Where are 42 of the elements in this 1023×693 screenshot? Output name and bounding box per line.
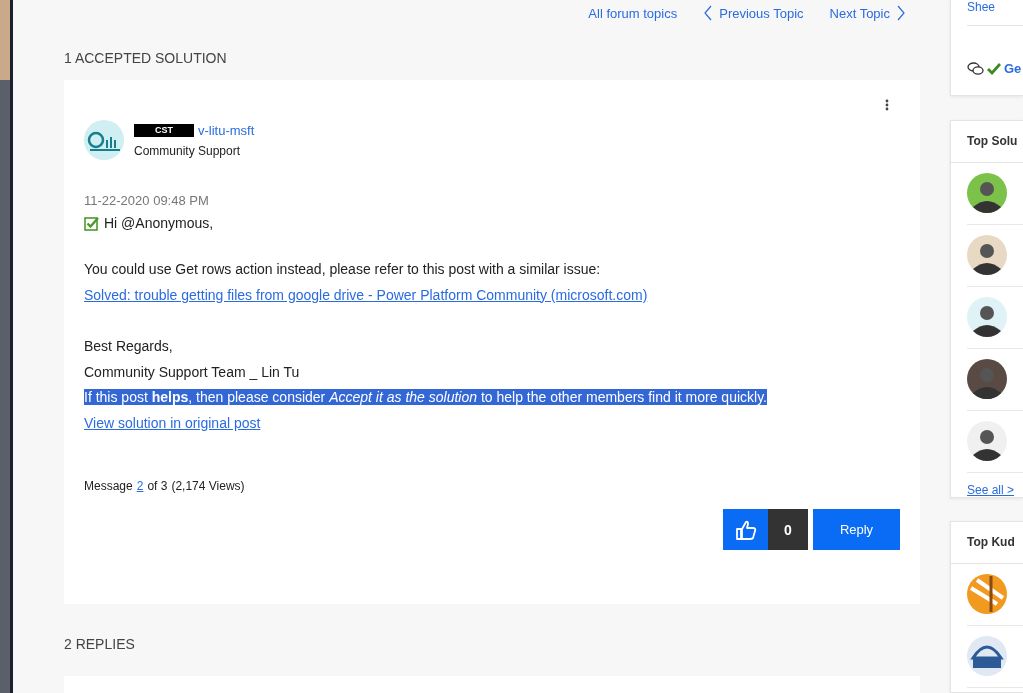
thumbs-up-icon: [734, 518, 757, 541]
avatar[interactable]: [967, 297, 1007, 338]
all-forum-topics-link[interactable]: All forum topics: [588, 5, 678, 21]
avatar[interactable]: [967, 636, 1007, 677]
avatar[interactable]: [967, 359, 1007, 400]
author-link[interactable]: v-litu-msft: [198, 122, 255, 138]
chevron-right-icon: [896, 5, 906, 21]
post-text: You could use Get rows action instead, please refer to this post with a similar issue:: [84, 261, 601, 277]
role-badge: CST: [134, 123, 194, 137]
post-date: 11-22-2020 09:48 PM: [84, 193, 210, 208]
message-label: Message: [84, 479, 133, 493]
post-text: If this post helps, then please consider Accept it as the solution to help the other members find it more quickly.: [84, 389, 767, 405]
view-count: (2,174 Views): [171, 479, 245, 493]
next-topic-link[interactable]: Next Topic: [829, 5, 906, 21]
sidebar-link[interactable]: Ge: [1004, 61, 1022, 76]
greeting-text: Hi @Anonymous,: [104, 215, 214, 231]
section-heading: 1 ACCEPTED SOLUTION: [64, 50, 228, 68]
message-number-link[interactable]: 2: [136, 479, 144, 493]
avatar[interactable]: [967, 173, 1007, 214]
more-options-icon[interactable]: [885, 99, 889, 111]
previous-topic-link[interactable]: Previous Topic: [703, 5, 804, 21]
reply-button[interactable]: Reply: [813, 509, 900, 550]
kudos-button[interactable]: [723, 509, 768, 550]
avatar[interactable]: [967, 574, 1007, 615]
section-heading: 2 REPLIES: [64, 636, 136, 654]
post-link[interactable]: View solution in original post: [84, 410, 261, 436]
chat-bubbles-icon: [967, 61, 984, 76]
avatar[interactable]: [967, 235, 1007, 276]
avatar[interactable]: [967, 421, 1007, 462]
checkmark-icon: [987, 62, 1001, 75]
chevron-left-icon: [703, 5, 714, 21]
see-all-link[interactable]: See all >: [967, 482, 1023, 497]
panel-title: Top Kud: [951, 521, 1023, 564]
message-total: of 3: [147, 479, 168, 493]
sidebar-link[interactable]: Shee: [967, 0, 1023, 14]
accepted-check-icon: [84, 215, 99, 231]
kudos-count: 0: [768, 509, 808, 550]
panel-title: Top Solu: [951, 120, 1023, 163]
post-link[interactable]: Solved: trouble getting files from google drive - Power Platform Community (microsoft.com): [84, 282, 648, 308]
author-rank: Community Support: [134, 143, 242, 158]
post-text: Community Support Team _ Lin Tu: [84, 363, 300, 380]
post-text: Best Regards,: [84, 338, 173, 354]
